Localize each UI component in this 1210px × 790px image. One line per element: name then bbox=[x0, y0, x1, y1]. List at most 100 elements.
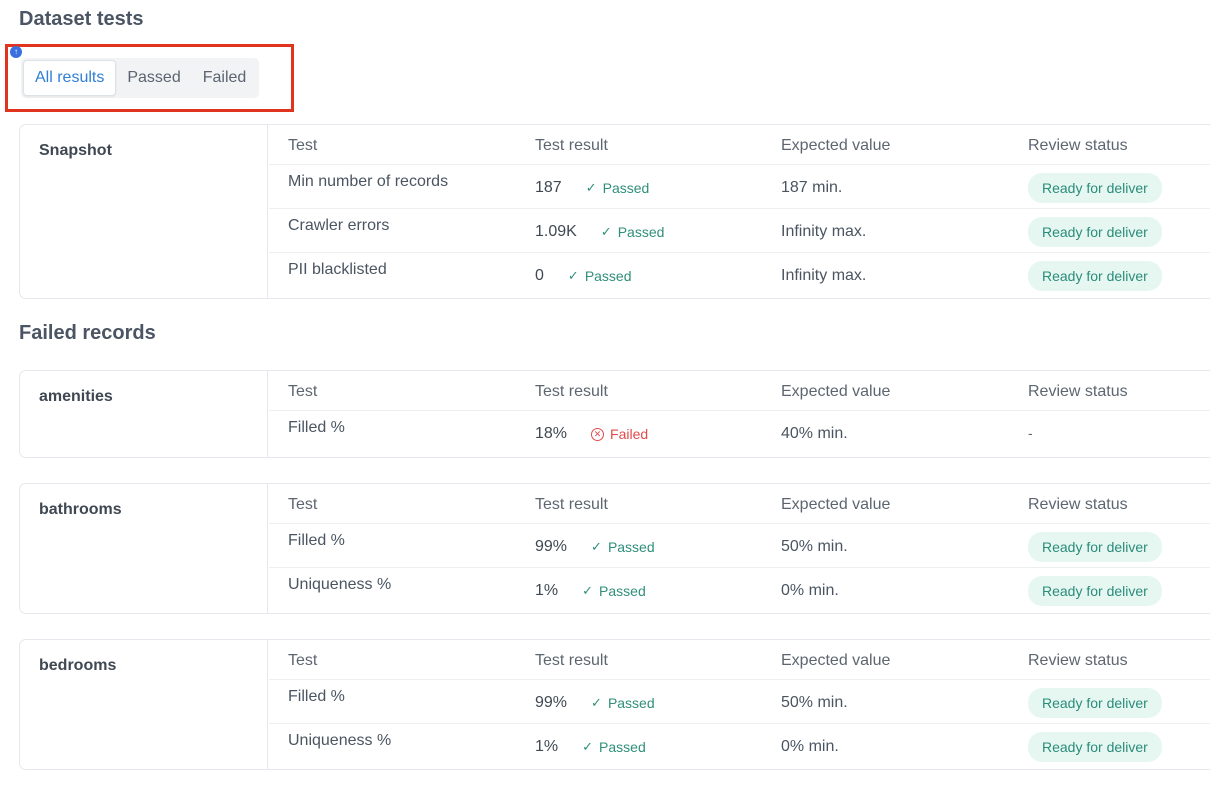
col-result: Test result bbox=[535, 652, 608, 669]
status-badge: Ready for deliver bbox=[1028, 173, 1162, 203]
status-text: Failed bbox=[610, 426, 649, 442]
col-expected: Expected value bbox=[781, 652, 891, 669]
table-row: Filled % 99% ✓ Passed 50% min. Ready for … bbox=[269, 680, 1210, 724]
bedrooms-table: Test Test result Expected value Review s… bbox=[269, 640, 1210, 768]
filter-failed[interactable]: Failed bbox=[192, 60, 258, 96]
table-row: Min number of records 187 ✓ Passed 187 mi… bbox=[269, 165, 1210, 209]
status-badge: Ready for deliver bbox=[1028, 532, 1162, 562]
bathrooms-card: bathrooms Test Test result Expected valu… bbox=[19, 483, 1210, 614]
card-label: Snapshot bbox=[20, 125, 268, 298]
table-header: Test Test result Expected value Review s… bbox=[269, 640, 1210, 680]
status-passed: ✓ Passed bbox=[591, 695, 655, 711]
review-status: Ready for deliver bbox=[1028, 732, 1162, 762]
col-review: Review status bbox=[1028, 137, 1128, 154]
table-header: Test Test result Expected value Review s… bbox=[269, 125, 1210, 165]
check-icon: ✓ bbox=[591, 695, 602, 710]
test-name: PII blacklisted bbox=[288, 261, 387, 278]
col-expected: Expected value bbox=[781, 383, 891, 400]
result-filter: All results Passed Failed bbox=[21, 58, 260, 98]
result-value: 1.09K bbox=[535, 223, 577, 240]
status-text: Passed bbox=[617, 224, 665, 240]
test-result: 1% ✓ Passed bbox=[535, 738, 646, 756]
table-row: Crawler errors 1.09K ✓ Passed Infinity ma… bbox=[269, 209, 1210, 253]
filter-passed[interactable]: Passed bbox=[116, 60, 191, 96]
test-name: Filled % bbox=[288, 419, 345, 436]
col-review: Review status bbox=[1028, 496, 1128, 513]
status-text: Passed bbox=[599, 739, 646, 755]
review-empty: - bbox=[1028, 425, 1033, 441]
bedrooms-card: bedrooms Test Test result Expected value… bbox=[19, 639, 1210, 770]
test-name: Crawler errors bbox=[288, 217, 390, 234]
test-result: 187 ✓ Passed bbox=[535, 179, 649, 197]
filter-all-results[interactable]: All results bbox=[23, 60, 117, 96]
check-icon: ✓ bbox=[585, 180, 597, 195]
expected-value: 40% min. bbox=[781, 425, 848, 442]
result-value: 187 bbox=[535, 179, 562, 196]
expected-value: 50% min. bbox=[781, 694, 848, 711]
card-label: bathrooms bbox=[20, 484, 268, 613]
snapshot-table: Test Test result Expected value Review s… bbox=[269, 125, 1210, 297]
col-result: Test result bbox=[535, 137, 608, 154]
test-name: Filled % bbox=[288, 532, 345, 549]
review-status: Ready for deliver bbox=[1028, 217, 1162, 247]
col-test: Test bbox=[288, 652, 318, 669]
review-status: Ready for deliver bbox=[1028, 173, 1162, 203]
status-badge: Ready for deliver bbox=[1028, 732, 1162, 762]
expected-value: 0% min. bbox=[781, 738, 839, 755]
status-passed: ✓ Passed bbox=[601, 224, 665, 240]
test-name: Uniqueness % bbox=[288, 732, 392, 749]
card-label: bedrooms bbox=[20, 640, 268, 769]
dataset-tests-title: Dataset tests bbox=[19, 8, 144, 30]
failed-records-title: Failed records bbox=[19, 322, 156, 344]
check-icon: ✓ bbox=[582, 583, 594, 598]
review-status: - bbox=[1028, 419, 1033, 443]
expected-value: 187 min. bbox=[781, 179, 843, 196]
col-test: Test bbox=[288, 137, 318, 154]
status-failed: ✕ Failed bbox=[591, 426, 648, 442]
table-row: Uniqueness % 1% ✓ Passed 0% min. Ready fo… bbox=[269, 568, 1210, 612]
test-result: 0 ✓ Passed bbox=[535, 267, 632, 285]
x-circle-icon: ✕ bbox=[591, 427, 605, 441]
status-passed: ✓ Passed bbox=[568, 268, 632, 284]
review-status: Ready for deliver bbox=[1028, 576, 1162, 606]
table-row: Filled % 99% ✓ Passed 50% min. Ready for … bbox=[269, 524, 1210, 568]
status-text: Passed bbox=[599, 583, 646, 599]
expected-value: 0% min. bbox=[781, 582, 839, 599]
status-badge: Ready for deliver bbox=[1028, 217, 1162, 247]
result-value: 99% bbox=[535, 694, 568, 711]
test-name: Filled % bbox=[288, 688, 345, 705]
col-test: Test bbox=[288, 383, 318, 400]
card-label: amenities bbox=[20, 371, 268, 457]
col-result: Test result bbox=[535, 496, 608, 513]
annotation-marker: ↑ bbox=[10, 46, 22, 58]
col-expected: Expected value bbox=[781, 496, 891, 513]
test-result: 1.09K ✓ Passed bbox=[535, 223, 664, 241]
test-result: 1% ✓ Passed bbox=[535, 582, 646, 600]
status-text: Passed bbox=[607, 695, 655, 711]
status-text: Passed bbox=[607, 539, 655, 555]
status-badge: Ready for deliver bbox=[1028, 576, 1162, 606]
check-icon: ✓ bbox=[591, 539, 602, 554]
review-status: Ready for deliver bbox=[1028, 261, 1162, 291]
test-name: Uniqueness % bbox=[288, 576, 392, 593]
col-review: Review status bbox=[1028, 652, 1128, 669]
expected-value: Infinity max. bbox=[781, 223, 867, 240]
result-value: 0 bbox=[535, 267, 544, 284]
review-status: Ready for deliver bbox=[1028, 688, 1162, 718]
status-text: Passed bbox=[602, 180, 650, 196]
status-text: Passed bbox=[584, 268, 632, 284]
table-header: Test Test result Expected value Review s… bbox=[269, 484, 1210, 524]
bathrooms-table: Test Test result Expected value Review s… bbox=[269, 484, 1210, 612]
check-icon: ✓ bbox=[600, 224, 612, 239]
expected-value: Infinity max. bbox=[781, 267, 867, 284]
status-passed: ✓ Passed bbox=[582, 739, 646, 755]
table-row: PII blacklisted 0 ✓ Passed Infinity max. … bbox=[269, 253, 1210, 297]
test-result: 18% ✕ Failed bbox=[535, 425, 648, 443]
check-icon: ✓ bbox=[567, 268, 579, 283]
result-value: 1% bbox=[535, 738, 559, 755]
status-badge: Ready for deliver bbox=[1028, 261, 1162, 291]
snapshot-card: Snapshot Test Test result Expected value… bbox=[19, 124, 1210, 299]
result-value: 18% bbox=[535, 425, 568, 442]
test-name: Min number of records bbox=[288, 173, 449, 190]
status-passed: ✓ Passed bbox=[582, 583, 646, 599]
